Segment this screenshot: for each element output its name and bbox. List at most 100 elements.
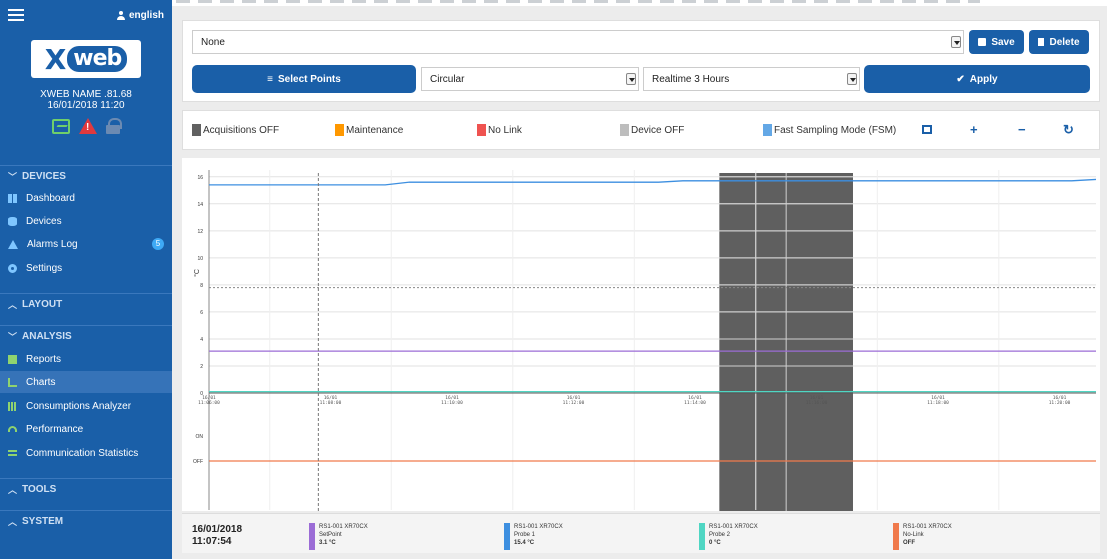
- sidebar-item-consumptions-analyzer[interactable]: Consumptions Analyzer: [0, 395, 172, 417]
- list-icon: ≡: [267, 73, 274, 85]
- y-tick-label: 8: [200, 283, 203, 289]
- section-analysis[interactable]: ﹀ ANALYSIS: [0, 325, 172, 347]
- x-tick-time: 11:12:00: [563, 400, 585, 406]
- legend-maintenance: Maintenance: [335, 124, 403, 136]
- series-color-bar: [699, 523, 705, 550]
- readout-setpoint: RS1-001 XR70CX SetPoint 3.1 °C: [309, 523, 368, 550]
- x-tick-time: 11:14:00: [684, 400, 706, 406]
- device-name: XWEB NAME .81.68: [40, 89, 132, 100]
- section-system[interactable]: ︿ SYSTEM: [0, 510, 172, 532]
- section-devices[interactable]: ﹀ DEVICES: [0, 165, 172, 187]
- legend-acquisitions-off: Acquisitions OFF: [192, 124, 279, 136]
- sidebar-top: english: [0, 0, 172, 30]
- chevron-up-icon: ︿: [8, 300, 18, 310]
- save-icon: [978, 38, 987, 46]
- series-line-probe-1: [209, 178, 1097, 186]
- legend-swatch: [192, 124, 201, 136]
- monitor-status-icon[interactable]: [52, 118, 70, 134]
- y-tick-label: 14: [197, 202, 203, 208]
- sidebar-item-reports[interactable]: Reports: [0, 348, 172, 370]
- x-tick-time: 11:06:00: [198, 400, 220, 406]
- device-info: XWEB NAME .81.68 16/01/2018 11:20: [0, 89, 172, 111]
- xweb-logo: Xweb: [31, 40, 141, 78]
- delete-button[interactable]: Delete: [1029, 30, 1089, 54]
- status-icons: !: [0, 117, 172, 135]
- template-select[interactable]: None: [192, 30, 964, 54]
- legend-device-off: Device OFF: [620, 124, 684, 136]
- chart-svg[interactable]: 1614121086420°C16/0111:06:0016/0111:08:0…: [182, 158, 1100, 511]
- cursor-timestamp: 16/01/2018 11:07:54: [192, 524, 242, 548]
- device-datetime: 16/01/2018 11:20: [47, 100, 125, 111]
- digital-tick-off: OFF: [193, 459, 203, 465]
- readout-probe-2: RS1-001 XR70CX Probe 20 °C: [699, 523, 758, 550]
- dashboard-icon: [8, 193, 17, 203]
- y-tick-label: 10: [197, 256, 203, 262]
- apply-button[interactable]: ✔ Apply: [864, 65, 1090, 93]
- series-color-bar: [504, 523, 510, 550]
- alarms-count-badge: 5: [152, 238, 164, 250]
- cursor-time: 11:07:54: [192, 536, 232, 547]
- line-chart-icon: [8, 377, 17, 387]
- x-tick-time: 11:20:00: [1049, 400, 1071, 406]
- chart-area[interactable]: 16 14 12 10 8 6 4 2 0 °C 16/01 11:06:00 16/01 11:08:0…: [182, 158, 1100, 511]
- lock-icon[interactable]: [106, 118, 122, 134]
- database-icon: [8, 216, 17, 226]
- sidebar-item-dashboard[interactable]: Dashboard: [0, 187, 172, 209]
- sidebar-item-alarms-log[interactable]: Alarms Log 5: [0, 233, 172, 255]
- language-selector[interactable]: english: [116, 9, 164, 21]
- buffer-mode-select[interactable]: Circular: [421, 67, 639, 91]
- y-tick-label: 12: [197, 229, 203, 235]
- gear-icon: [8, 263, 17, 273]
- sidebar: english Xweb XWEB NAME .81.68 16/01/2018…: [0, 0, 172, 559]
- x-tick-time: 11:08:00: [320, 400, 342, 406]
- save-button[interactable]: Save: [969, 30, 1024, 54]
- chevron-up-icon: ︿: [8, 517, 18, 527]
- y-tick-label: 4: [200, 337, 203, 343]
- section-tools[interactable]: ︿ TOOLS: [0, 478, 172, 500]
- zoom-out-icon[interactable]: −: [1018, 122, 1026, 137]
- trash-icon: [1038, 38, 1045, 46]
- sidebar-item-charts[interactable]: Charts: [0, 371, 172, 393]
- refresh-icon[interactable]: ↻: [1063, 122, 1074, 138]
- sidebar-item-communication-statistics[interactable]: Communication Statistics: [0, 442, 172, 464]
- menu-icon[interactable]: [8, 9, 24, 21]
- x-tick-time: 11:10:00: [441, 400, 463, 406]
- dropdown-arrow-icon: [626, 73, 636, 85]
- check-icon: ✔: [956, 73, 965, 85]
- zoom-in-icon[interactable]: +: [970, 122, 978, 137]
- chevron-up-icon: ︿: [8, 485, 18, 495]
- sidebar-item-devices[interactable]: Devices: [0, 210, 172, 232]
- x-tick-time: 11:16:00: [806, 400, 828, 406]
- cursor-date: 16/01/2018: [192, 524, 243, 535]
- sidebar-item-performance[interactable]: Performance: [0, 418, 172, 440]
- x-tick-time: 11:18:00: [927, 400, 949, 406]
- user-icon: [116, 10, 125, 20]
- reports-icon: [8, 354, 17, 364]
- dropdown-arrow-icon: [847, 73, 857, 85]
- legend-swatch: [477, 124, 486, 136]
- sidebar-item-settings[interactable]: Settings: [0, 257, 172, 279]
- exchange-icon: [8, 450, 17, 456]
- image-export-icon[interactable]: [922, 122, 932, 137]
- digital-tick-on: ON: [196, 434, 204, 440]
- y-axis-label: °C: [193, 269, 201, 277]
- section-layout[interactable]: ︿ LAYOUT: [0, 293, 172, 315]
- y-tick-label: 2: [200, 364, 203, 370]
- legend-fsm: Fast Sampling Mode (FSM): [763, 124, 896, 136]
- readout-no-link: RS1-001 XR70CX No-Link OFF: [893, 523, 952, 550]
- chevron-down-icon: ﹀: [8, 172, 18, 182]
- legend-swatch: [335, 124, 344, 136]
- dropdown-arrow-icon: [951, 36, 961, 48]
- series-color-bar: [309, 523, 315, 550]
- legend-swatch: [763, 124, 772, 136]
- alarm-warning-icon[interactable]: !: [79, 118, 97, 134]
- time-range-select[interactable]: Realtime 3 Hours: [643, 67, 860, 91]
- select-points-button[interactable]: ≡ Select Points: [192, 65, 416, 93]
- readout-probe-1: RS1-001 XR70CX Probe 1 15.4 °C: [504, 523, 563, 550]
- series-color-bar: [893, 523, 899, 550]
- y-tick-label: 6: [200, 310, 203, 316]
- gauge-icon: [8, 426, 17, 432]
- alarm-icon: [8, 239, 18, 249]
- cursor-readout: 16/01/2018 11:07:54 RS1-001 XR70CX SetPoi…: [182, 513, 1100, 553]
- language-label: english: [128, 9, 164, 21]
